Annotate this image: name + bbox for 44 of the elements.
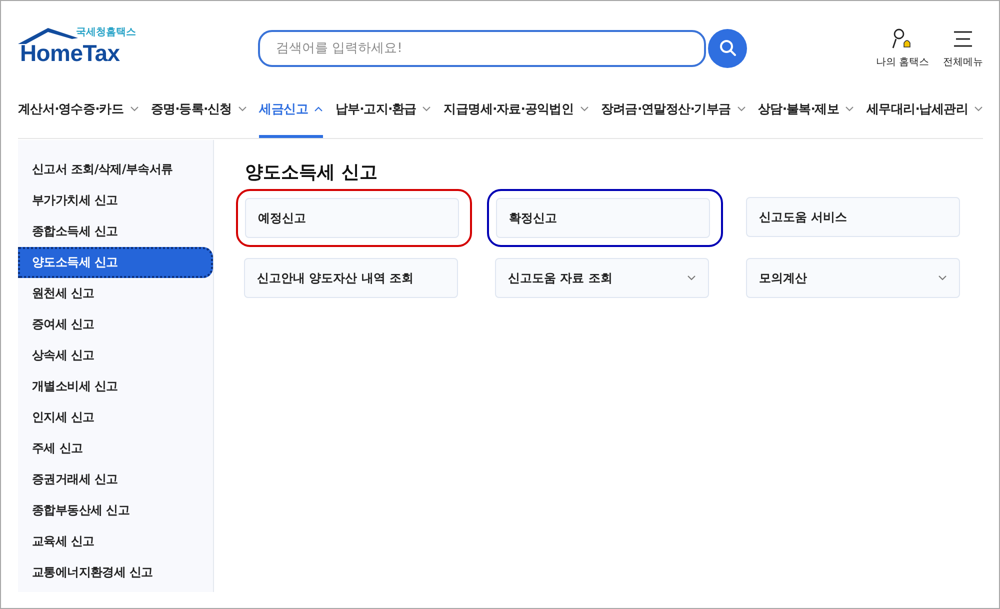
search-field[interactable]: 검색어를 입력하세요! [258, 30, 706, 66]
chevron-down-icon [238, 106, 247, 112]
chevron-down-icon [422, 106, 432, 112]
menu-card[interactable]: 신고안내 양도자산 내역 조회 [244, 258, 458, 298]
chevron-down-icon [736, 106, 746, 112]
menu-card[interactable]: 예정신고 [245, 198, 459, 238]
sidebar-item[interactable]: 종합소득세 신고 [18, 216, 213, 247]
nav-tab[interactable]: 납부·고지·환급 [335, 85, 432, 138]
menu-card[interactable]: 신고도움 서비스 [746, 197, 960, 237]
sidebar-item[interactable]: 인지세 신고 [18, 402, 213, 433]
chevron-down-icon [974, 106, 983, 112]
page-title: 양도소득세 신고 [245, 161, 378, 184]
sidebar-item[interactable]: 증권거래세 신고 [18, 464, 213, 495]
sidebar-item[interactable]: 상속세 신고 [18, 340, 213, 371]
sidebar-item[interactable]: 개별소비세 신고 [18, 371, 213, 402]
sidebar-item[interactable]: 교통에너지환경세 신고 [18, 557, 213, 588]
chevron-down-icon [580, 106, 589, 112]
nav-tab[interactable]: 세무대리·납세관리 [866, 85, 983, 138]
nav-tab[interactable]: 증명·등록·신청 [150, 85, 247, 138]
sidebar-item[interactable]: 주세 신고 [18, 433, 213, 464]
sidebar-item[interactable]: 증여세 신고 [18, 309, 213, 340]
search-icon [718, 39, 736, 57]
sidebar-item[interactable]: 양도소득세 신고 [18, 247, 213, 278]
menu-card[interactable]: 확정신고 [496, 198, 710, 238]
nav-tab[interactable]: 상담·불복·제보 [758, 85, 854, 138]
menu-card[interactable]: 모의계산 [746, 258, 960, 298]
logo-subtitle: 국세청홈택스 [76, 26, 136, 39]
sidebar-item[interactable]: 종합부동산세 신고 [18, 495, 213, 526]
logo-title: HomeTax [20, 40, 120, 67]
sidebar-item[interactable]: 교육세 신고 [18, 526, 213, 557]
sidebar-item[interactable]: 부가가치세 신고 [18, 185, 213, 216]
nav-tab[interactable]: 세금신고 [259, 85, 323, 138]
chevron-up-icon [314, 106, 323, 112]
nav-tab[interactable]: 장려금·연말정산·기부금 [600, 85, 746, 138]
nav-tab[interactable]: 계산서·영수증·카드 [18, 85, 138, 138]
chevron-down-icon [845, 106, 854, 112]
sidebar-item[interactable]: 신고서 조회/삭제/부속서류 [18, 154, 213, 185]
my-hometax-link[interactable]: 나의 홈택스 [876, 27, 929, 69]
sidebar-item[interactable]: 원천세 신고 [18, 278, 213, 309]
chevron-down-icon [130, 106, 138, 112]
nav-tab[interactable]: 지급명세·자료·공익법인 [444, 85, 589, 138]
menu-card[interactable]: 신고도움 자료 조회 [495, 258, 709, 298]
search-button[interactable] [708, 28, 747, 68]
menu-link[interactable]: 전체메뉴 [943, 27, 983, 69]
